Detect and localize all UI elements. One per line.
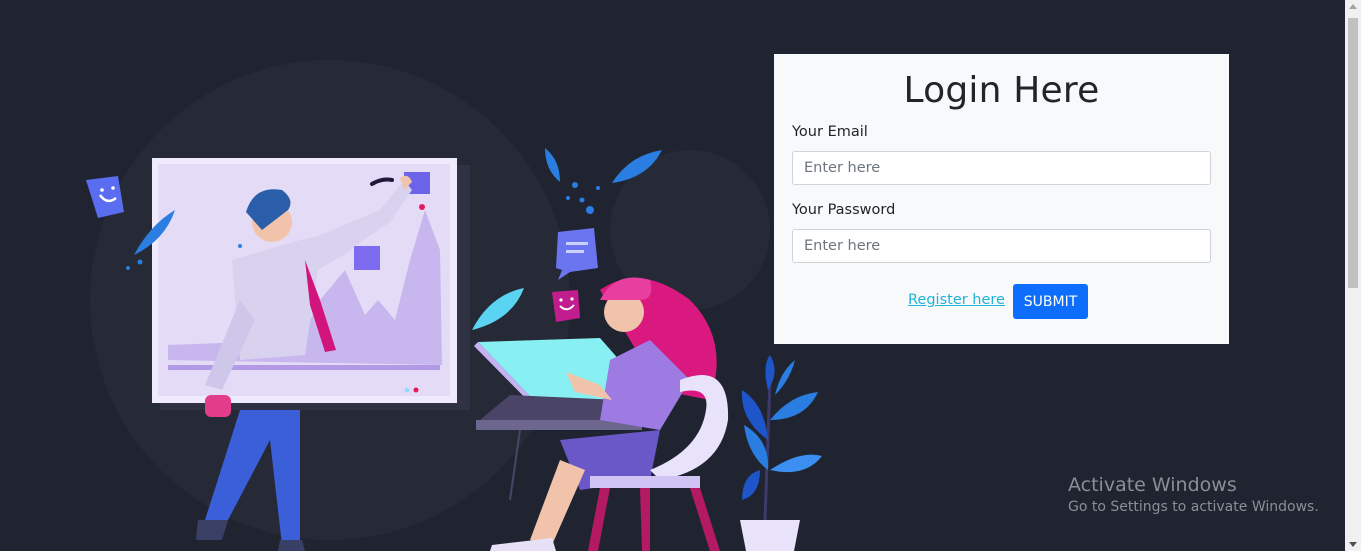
activate-windows-subtitle: Go to Settings to activate Windows. <box>1068 499 1319 515</box>
login-title: Login Here <box>903 70 1100 111</box>
plant-icon <box>740 355 822 551</box>
register-link[interactable]: Register here <box>908 292 1005 308</box>
leaf-icon <box>545 148 560 182</box>
password-label: Your Password <box>792 202 896 218</box>
email-label: Your Email <box>792 124 868 140</box>
vertical-scrollbar[interactable] <box>1345 0 1361 551</box>
email-input[interactable] <box>792 151 1211 185</box>
login-card: Login Here Your Email Your Password Regi… <box>774 54 1229 344</box>
activate-windows-title: Activate Windows <box>1068 474 1237 496</box>
submit-button[interactable]: SUBMIT <box>1013 284 1088 319</box>
scroll-up-icon[interactable] <box>1349 4 1357 9</box>
scroll-thumb[interactable] <box>1348 18 1358 288</box>
smiley-sticky-note-icon <box>552 290 580 322</box>
password-input[interactable] <box>792 229 1211 263</box>
scroll-down-icon[interactable] <box>1349 542 1357 547</box>
page-background: Login Here Your Email Your Password Regi… <box>0 0 1345 551</box>
smiley-sticky-note-icon <box>86 176 124 218</box>
sticky-note-icon <box>556 228 598 280</box>
hero-illustration <box>86 60 822 551</box>
